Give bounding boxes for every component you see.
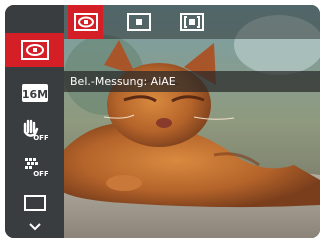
continuous-shot-off-text: OFF [33, 170, 48, 178]
image-size-16m-icon: 16M [21, 84, 48, 102]
metering-center-icon [179, 13, 204, 31]
option-center-weighted[interactable] [174, 5, 209, 39]
side-menu: 16M OFF OFF [5, 5, 64, 238]
metering-label: Bel.-Messung: AiAE [64, 71, 320, 92]
stabilizer-off-icon: OFF [23, 119, 48, 142]
submenu-bar [64, 5, 320, 39]
stabilizer-off-text: OFF [33, 134, 48, 142]
option-spot-metering[interactable] [121, 5, 156, 39]
metering-multi-icon [73, 13, 98, 31]
metering-spot-icon [126, 13, 151, 31]
menu-item-image-size[interactable]: 16M [5, 76, 64, 110]
menu-more-button[interactable] [5, 215, 64, 238]
frame-rectangle-icon [23, 195, 46, 211]
camera-screen: 16M OFF OFF Bel.-Messung: AiAE [5, 5, 320, 238]
option-multi-metering[interactable] [68, 5, 103, 39]
chevron-down-icon [28, 223, 41, 231]
metering-multi-icon [20, 40, 49, 60]
menu-item-metering[interactable] [5, 33, 64, 67]
preview-photo [64, 5, 320, 238]
menu-item-continuous-shot[interactable]: OFF [5, 149, 64, 183]
image-size-text: 16M [22, 88, 48, 101]
continuous-shot-off-icon: OFF [24, 158, 48, 178]
menu-item-stabilizer[interactable]: OFF [5, 113, 64, 147]
